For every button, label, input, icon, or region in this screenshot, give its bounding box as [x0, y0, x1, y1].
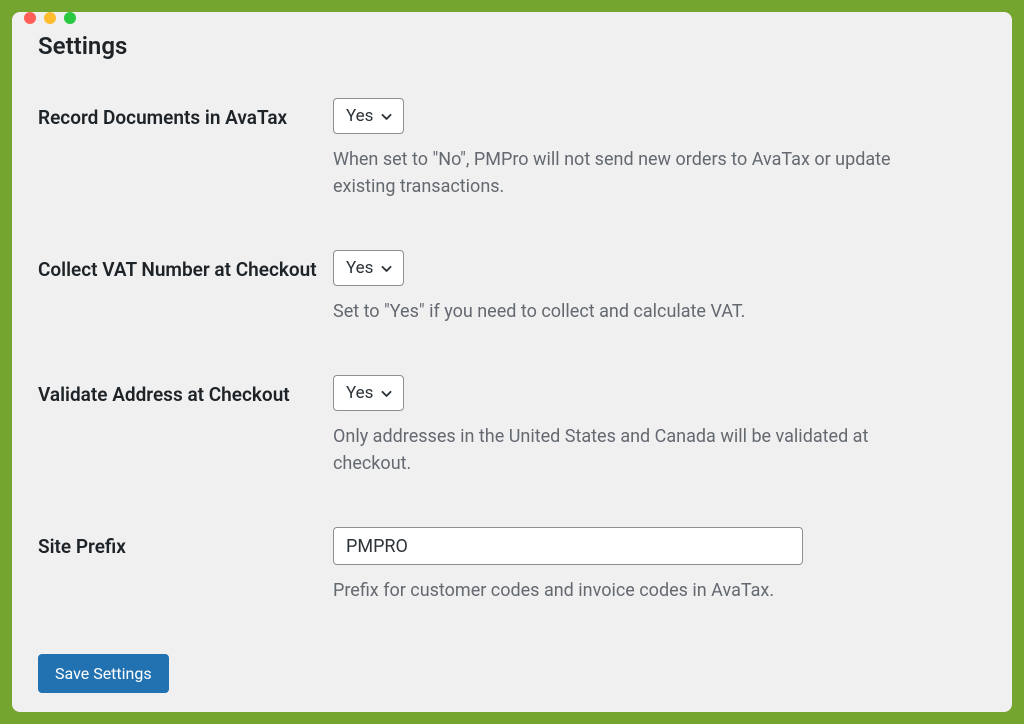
validate-address-label: Validate Address at Checkout: [38, 365, 333, 517]
collect-vat-select[interactable]: Yes: [333, 250, 404, 286]
record-documents-select[interactable]: Yes: [333, 98, 404, 134]
close-icon[interactable]: [24, 12, 36, 24]
collect-vat-value: Yes: [346, 258, 373, 278]
site-prefix-description: Prefix for customer codes and invoice co…: [333, 577, 893, 604]
chevron-down-icon: [379, 386, 393, 400]
site-prefix-label: Site Prefix: [38, 517, 333, 644]
content-area: Settings Record Documents in AvaTax Yes …: [12, 24, 1012, 712]
app-window: Settings Record Documents in AvaTax Yes …: [12, 12, 1012, 712]
maximize-icon[interactable]: [64, 12, 76, 24]
page-title: Settings: [38, 32, 986, 60]
settings-form: Record Documents in AvaTax Yes When set …: [38, 88, 986, 644]
validate-address-select[interactable]: Yes: [333, 375, 404, 411]
chevron-down-icon: [379, 109, 393, 123]
collect-vat-label: Collect VAT Number at Checkout: [38, 240, 333, 365]
record-documents-label: Record Documents in AvaTax: [38, 88, 333, 240]
minimize-icon[interactable]: [44, 12, 56, 24]
record-documents-value: Yes: [346, 106, 373, 126]
chevron-down-icon: [379, 261, 393, 275]
titlebar: [12, 12, 1012, 24]
record-documents-description: When set to "No", PMPro will not send ne…: [333, 146, 893, 200]
save-settings-button[interactable]: Save Settings: [38, 654, 169, 693]
collect-vat-description: Set to "Yes" if you need to collect and …: [333, 298, 893, 325]
site-prefix-input[interactable]: [333, 527, 803, 565]
validate-address-value: Yes: [346, 383, 373, 403]
validate-address-description: Only addresses in the United States and …: [333, 423, 893, 477]
